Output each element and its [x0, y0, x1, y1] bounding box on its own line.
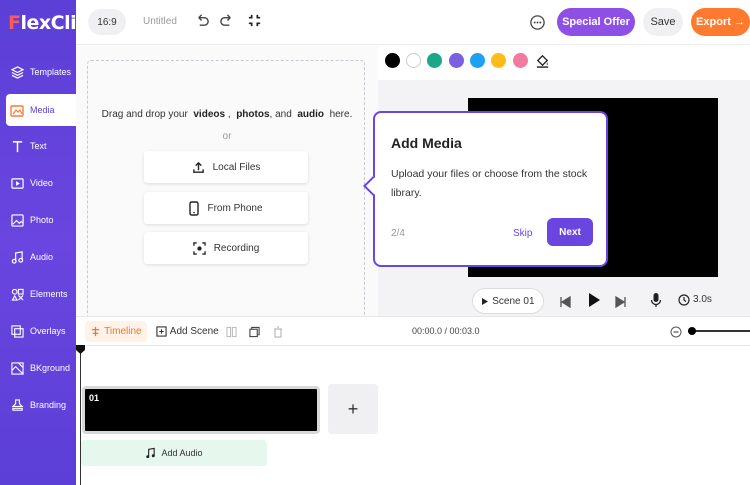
popover-title: Add Media: [391, 135, 462, 151]
media-panel: Drag and drop your videos , photos, and …: [76, 46, 378, 320]
from-phone-button[interactable]: From Phone: [144, 192, 308, 224]
scene-selector[interactable]: Scene 01: [472, 288, 544, 314]
scene-duration[interactable]: 3.0s: [693, 294, 712, 305]
zoom-out-icon[interactable]: [670, 325, 682, 343]
phone-icon: [189, 200, 200, 216]
timeline-tracks: 01 + Add Audio: [76, 345, 750, 485]
project-title[interactable]: Untitled: [143, 16, 177, 27]
skip-back-icon[interactable]: [559, 295, 571, 313]
fullscreen-icon[interactable]: [247, 13, 263, 29]
photo-icon: [10, 213, 24, 227]
save-button[interactable]: Save: [643, 8, 683, 36]
sidebar-item-media[interactable]: Media: [6, 94, 76, 126]
music-note-icon: [146, 447, 156, 459]
sidebar-item-video[interactable]: Video: [0, 167, 76, 199]
export-button[interactable]: Export →: [691, 8, 750, 36]
text-icon: [10, 139, 24, 153]
upload-icon: [192, 161, 205, 174]
recording-button[interactable]: Recording: [144, 232, 308, 264]
color-swatch-blue[interactable]: [470, 53, 485, 68]
sidebar-item-bkground[interactable]: BKground: [0, 352, 76, 384]
zoom-slider-handle[interactable]: [688, 327, 696, 335]
timeline-toolbar: Timeline Add Scene 00:00.0 / 00:03.0: [76, 316, 750, 346]
audio-icon: [10, 250, 24, 264]
sidebar-item-label: Audio: [30, 252, 54, 262]
play-small-icon: [482, 297, 489, 305]
special-offer-button[interactable]: Special Offer: [557, 8, 635, 36]
drop-zone[interactable]: Drag and drop your videos , photos, and …: [87, 60, 365, 320]
add-audio-button[interactable]: Add Audio: [81, 440, 267, 466]
skip-button[interactable]: Skip: [513, 228, 532, 239]
sidebar-item-label: Elements: [30, 289, 68, 299]
popover-body: Upload your files or choose from the sto…: [391, 168, 588, 199]
sidebar-item-photo[interactable]: Photo: [0, 204, 76, 236]
color-bar: [378, 46, 750, 80]
undo-icon[interactable]: [195, 13, 211, 29]
sidebar-item-templates[interactable]: Templates: [0, 56, 76, 88]
record-icon: [192, 241, 206, 255]
microphone-icon[interactable]: [650, 292, 662, 313]
aspect-ratio-button[interactable]: 16:9: [88, 9, 126, 35]
chat-icon[interactable]: [529, 14, 545, 30]
branding-icon: [10, 398, 24, 412]
sidebar-item-label: Photo: [30, 215, 54, 225]
or-divider: or: [222, 131, 232, 142]
duplicate-icon[interactable]: [249, 326, 260, 338]
split-icon[interactable]: [226, 326, 237, 338]
delete-icon[interactable]: [273, 326, 283, 338]
play-icon[interactable]: [587, 292, 601, 313]
next-button[interactable]: Next: [547, 218, 593, 246]
skip-forward-icon[interactable]: [615, 295, 627, 313]
color-swatch-black[interactable]: [385, 53, 400, 68]
color-swatch-white[interactable]: [406, 53, 421, 68]
sidebar-item-label: Templates: [30, 67, 72, 77]
logo-initial: F: [8, 12, 21, 34]
scene-clip[interactable]: 01: [82, 386, 320, 434]
background-icon: [10, 361, 24, 375]
sidebar-item-overlays[interactable]: Overlays: [0, 315, 76, 347]
sidebar: FlexClip Templates Media Text Video Phot…: [0, 0, 90, 485]
layers-icon: [10, 65, 24, 79]
sidebar-item-label: Branding: [30, 400, 67, 410]
color-swatch-purple[interactable]: [449, 53, 464, 68]
sidebar-item-audio[interactable]: Audio: [0, 241, 76, 273]
add-scene-icon: [156, 326, 167, 337]
popover-step: 2/4: [391, 228, 405, 239]
video-icon: [10, 176, 24, 190]
sidebar-item-label: Media: [30, 105, 55, 115]
zoom-slider-track[interactable]: [688, 330, 750, 332]
local-files-button[interactable]: Local Files: [144, 151, 308, 183]
sidebar-item-text[interactable]: Text: [0, 130, 76, 162]
playhead-marker[interactable]: [76, 345, 85, 354]
sidebar-item-label: Text: [30, 141, 47, 151]
color-swatch-pink[interactable]: [513, 53, 528, 68]
elements-icon: [10, 287, 24, 301]
timeline-time: 00:00.0 / 00:03.0: [412, 326, 480, 336]
sidebar-item-elements[interactable]: Elements: [0, 278, 76, 310]
add-scene-button[interactable]: Add Scene: [156, 326, 219, 337]
timeline-icon: [92, 326, 100, 337]
clock-icon: [678, 293, 690, 311]
clip-number: 01: [89, 393, 100, 403]
top-toolbar: 16:9 Untitled Special Offer Save Export …: [76, 0, 750, 45]
redo-icon[interactable]: [219, 13, 235, 29]
sidebar-item-label: BKground: [30, 363, 71, 373]
sidebar-item-label: Overlays: [30, 326, 66, 336]
onboarding-popover: Add Media Upload your files or choose fr…: [363, 111, 608, 267]
timeline-tab[interactable]: Timeline: [85, 321, 147, 342]
overlays-icon: [10, 324, 24, 338]
sidebar-item-label: Video: [30, 178, 53, 188]
color-swatch-green[interactable]: [427, 53, 442, 68]
color-swatch-yellow[interactable]: [491, 53, 506, 68]
fill-bucket-icon[interactable]: [535, 53, 550, 73]
media-icon: [10, 103, 24, 117]
drop-instructions: Drag and drop your videos , photos, and …: [101, 109, 353, 120]
add-scene-plus-button[interactable]: +: [328, 384, 378, 434]
sidebar-item-branding[interactable]: Branding: [0, 389, 76, 421]
